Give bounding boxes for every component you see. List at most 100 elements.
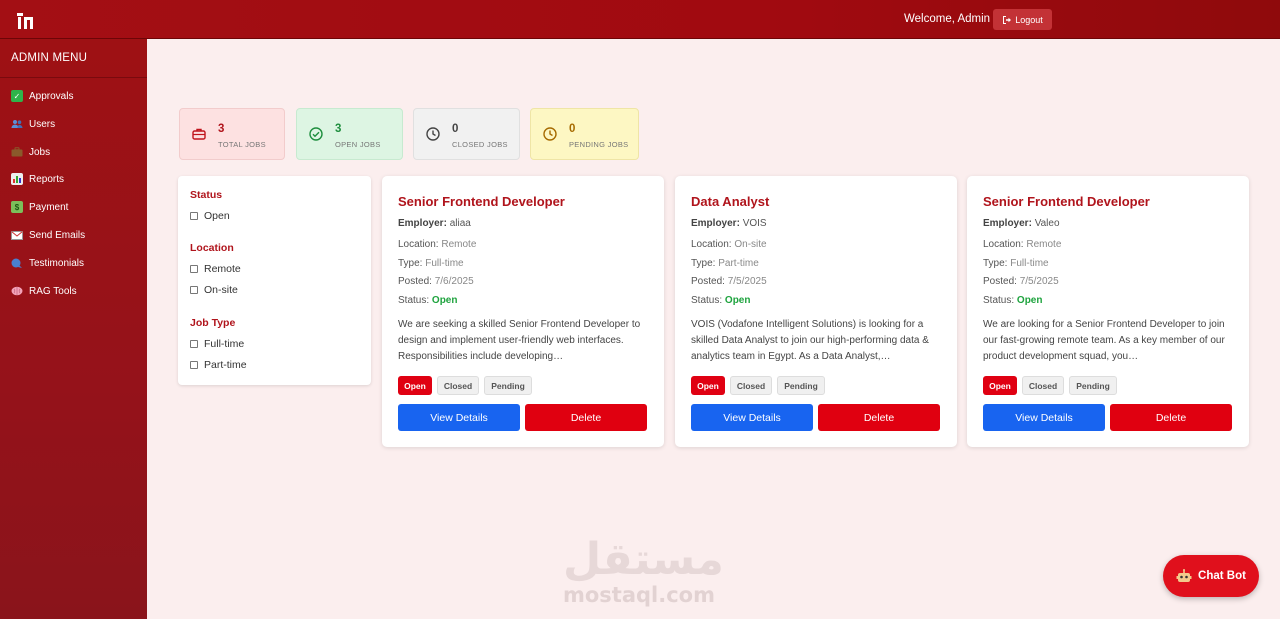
filter-heading-job-type: Job Type [190, 317, 236, 329]
status-chip-pending[interactable]: Pending [1069, 376, 1117, 395]
sidebar-item-send-emails[interactable]: Send Emails [11, 229, 85, 241]
type-value: Full-time [1010, 258, 1049, 269]
job-location: Location: Remote [398, 239, 476, 250]
job-title[interactable]: Data Analyst [691, 194, 769, 209]
speech-icon [11, 257, 23, 269]
job-type: Type: Full-time [398, 258, 464, 269]
job-posted: Posted: 7/6/2025 [398, 276, 474, 287]
location-label: Location: [983, 239, 1024, 250]
filter-option-full-time[interactable]: Full-time [190, 338, 244, 350]
sidebar-item-label: RAG Tools [29, 285, 77, 297]
sidebar-item-rag-tools[interactable]: RAG Tools [11, 285, 77, 297]
delete-button[interactable]: Delete [525, 404, 647, 431]
stat-value: 0 [569, 123, 576, 135]
employer-label: Employer: [983, 218, 1032, 229]
clock-icon [543, 127, 557, 141]
stat-card-open-jobs: 3 OPEN JOBS [296, 108, 403, 160]
watermark-arabic: مستقل [563, 534, 724, 585]
status-value: Open [1016, 295, 1043, 306]
delete-button[interactable]: Delete [1110, 404, 1232, 431]
employer-value: VOIS [742, 218, 767, 229]
filter-heading-location: Location [190, 242, 234, 254]
job-status: Status: Open [983, 295, 1042, 306]
stat-value: 3 [335, 123, 342, 135]
posted-label: Posted: [691, 276, 725, 287]
job-title[interactable]: Senior Frontend Developer [983, 194, 1150, 209]
sidebar-divider [0, 77, 147, 78]
checkbox[interactable] [190, 361, 198, 369]
job-employer: Employer: VOIS [691, 218, 767, 229]
filter-heading-status: Status [190, 189, 223, 201]
employer-value: Valeo [1034, 218, 1060, 229]
sidebar-item-jobs[interactable]: Jobs [11, 146, 50, 158]
filter-option-open[interactable]: Open [190, 210, 230, 222]
status-chip-closed[interactable]: Closed [437, 376, 479, 395]
stat-label: CLOSED JOBS [452, 140, 508, 149]
sidebar: ADMIN MENU ✓ Approvals Users Jobs Report… [0, 39, 147, 619]
job-title[interactable]: Senior Frontend Developer [398, 194, 565, 209]
posted-value: 7/5/2025 [1019, 276, 1059, 287]
filter-panel: Status Open Location Remote On-site Job … [178, 176, 371, 385]
sidebar-item-users[interactable]: Users [11, 118, 55, 130]
filter-option-part-time[interactable]: Part-time [190, 359, 247, 371]
job-posted: Posted: 7/5/2025 [983, 276, 1059, 287]
envelope-icon [11, 229, 23, 241]
employer-label: Employer: [691, 218, 740, 229]
type-value: Part-time [718, 258, 759, 269]
status-value: Open [431, 295, 458, 306]
checkbox[interactable] [190, 340, 198, 348]
status-chip-closed[interactable]: Closed [730, 376, 772, 395]
sidebar-item-reports[interactable]: Reports [11, 173, 64, 185]
checkbox[interactable] [190, 286, 198, 294]
job-description: We are looking for a Senior Frontend Dev… [983, 319, 1225, 362]
logo-icon[interactable] [17, 11, 35, 30]
sidebar-item-label: Reports [29, 173, 65, 185]
view-details-button[interactable]: View Details [398, 404, 520, 431]
posted-value: 7/6/2025 [434, 276, 474, 287]
delete-button[interactable]: Delete [818, 404, 940, 431]
status-label: Status: [398, 295, 430, 306]
users-icon [11, 118, 23, 130]
sidebar-item-payment[interactable]: $ Payment [11, 201, 68, 213]
view-details-button[interactable]: View Details [983, 404, 1105, 431]
chat-bot-button[interactable]: Chat Bot [1163, 555, 1259, 597]
filter-option-on-site[interactable]: On-site [190, 284, 238, 296]
status-chip-open[interactable]: Open [983, 376, 1017, 395]
status-chip-open[interactable]: Open [398, 376, 432, 395]
type-label: Type: [398, 258, 423, 269]
stat-value: 0 [452, 123, 459, 135]
chat-bot-label: Chat Bot [1198, 570, 1246, 582]
status-chip-closed[interactable]: Closed [1022, 376, 1064, 395]
sidebar-item-label: Jobs [29, 146, 51, 158]
job-posted: Posted: 7/5/2025 [691, 276, 767, 287]
stat-card-total-jobs: 3 TOTAL JOBS [179, 108, 285, 160]
sidebar-item-label: Users [29, 118, 56, 130]
briefcase-icon [192, 128, 206, 140]
checkbox[interactable] [190, 212, 198, 220]
status-value: Open [724, 295, 751, 306]
stat-value: 3 [218, 123, 225, 135]
sidebar-item-approvals[interactable]: ✓ Approvals [11, 90, 73, 102]
filter-option-remote[interactable]: Remote [190, 263, 241, 275]
sidebar-item-label: Payment [29, 201, 69, 213]
clock-icon [426, 127, 440, 141]
logout-button[interactable]: Logout [993, 9, 1052, 30]
type-label: Type: [983, 258, 1008, 269]
location-value: Remote [1026, 239, 1062, 250]
stat-card-closed-jobs: 0 CLOSED JOBS [413, 108, 520, 160]
stat-label: TOTAL JOBS [218, 140, 266, 149]
brain-icon [11, 285, 23, 297]
status-chip-pending[interactable]: Pending [484, 376, 532, 395]
sidebar-item-label: Testimonials [29, 257, 85, 269]
job-description: VOIS (Vodafone Intelligent Solutions) is… [691, 319, 929, 362]
view-details-button[interactable]: View Details [691, 404, 813, 431]
stat-card-pending-jobs: 0 PENDING JOBS [530, 108, 639, 160]
money-icon: $ [11, 201, 23, 213]
sidebar-item-testimonials[interactable]: Testimonials [11, 257, 84, 269]
status-chip-pending[interactable]: Pending [777, 376, 825, 395]
checkbox[interactable] [190, 265, 198, 273]
job-location: Location: On-site [691, 239, 767, 250]
job-type: Type: Full-time [983, 258, 1049, 269]
status-chip-open[interactable]: Open [691, 376, 725, 395]
posted-label: Posted: [398, 276, 432, 287]
